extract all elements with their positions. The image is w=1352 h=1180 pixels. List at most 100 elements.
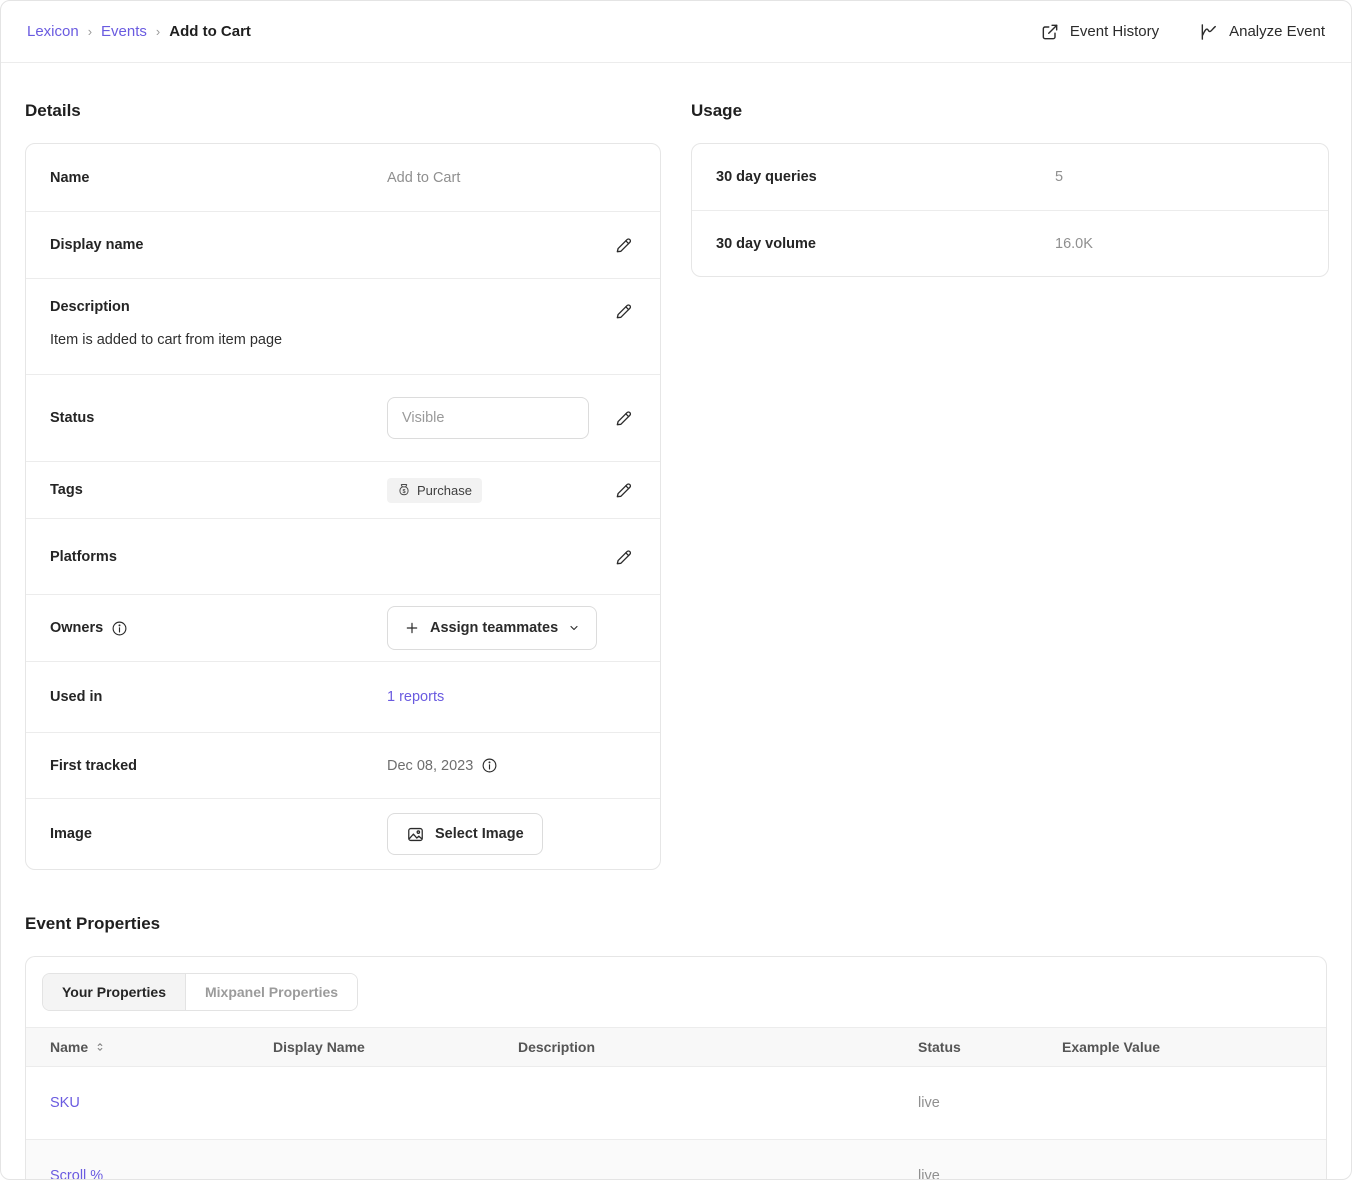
lexicon-event-detail-page: Lexicon › Events › Add to Cart Event His…: [0, 0, 1352, 1180]
detail-row-owners: Owners Assign teammates: [26, 594, 660, 661]
properties-table: Name Display Name Description: [26, 1027, 1326, 1180]
table-header-row: Name Display Name Description: [26, 1028, 1326, 1067]
top-bar: Lexicon › Events › Add to Cart Event His…: [1, 1, 1351, 63]
description-label: Description: [50, 299, 387, 315]
detail-row-display-name: Display name: [26, 211, 660, 278]
sort-icon: [94, 1041, 106, 1053]
queries-label: 30 day queries: [716, 169, 1055, 185]
property-name-link[interactable]: SKU: [26, 1067, 273, 1140]
property-example-value: [1062, 1067, 1326, 1140]
details-section: Details Name Add to Cart Display name: [25, 83, 661, 870]
detail-row-name: Name Add to Cart: [26, 144, 660, 211]
pencil-icon: [614, 408, 634, 428]
first-tracked-value: Dec 08, 2023: [387, 758, 473, 774]
breadcrumb-lexicon-link[interactable]: Lexicon: [27, 23, 79, 40]
usage-row-volume: 30 day volume 16.0K: [692, 210, 1328, 276]
volume-label: 30 day volume: [716, 236, 1055, 252]
volume-value: 16.0K: [1055, 236, 1093, 252]
select-image-label: Select Image: [435, 826, 524, 842]
usage-card: 30 day queries 5 30 day volume 16.0K: [691, 143, 1329, 277]
image-icon: [406, 825, 425, 844]
usage-row-queries: 30 day queries 5: [692, 144, 1328, 210]
usage-title: Usage: [691, 101, 1329, 121]
property-display-name: [273, 1067, 518, 1140]
pencil-icon: [614, 547, 634, 567]
description-value: Item is added to cart from item page: [50, 332, 636, 348]
pencil-icon: [614, 301, 634, 321]
event-properties-card: Your Properties Mixpanel Properties Name: [25, 956, 1327, 1180]
usage-section: Usage 30 day queries 5 30 day volume 16.…: [691, 83, 1329, 277]
status-label: Status: [50, 410, 387, 426]
queries-value: 5: [1055, 169, 1063, 185]
property-display-name: [273, 1140, 518, 1180]
content: Details Name Add to Cart Display name: [1, 63, 1351, 1180]
details-title: Details: [25, 101, 661, 121]
pencil-icon: [614, 480, 634, 500]
name-value: Add to Cart: [387, 170, 460, 186]
detail-row-description: Description Item is added to cart from i…: [26, 278, 660, 374]
owners-info-icon[interactable]: [111, 620, 128, 637]
used-in-label: Used in: [50, 689, 387, 705]
money-bag-icon: $: [397, 483, 411, 497]
event-history-label: Event History: [1070, 23, 1159, 40]
tag-badge-purchase[interactable]: $ Purchase: [387, 478, 482, 503]
pencil-icon: [614, 235, 634, 255]
table-row[interactable]: Scroll % live: [26, 1140, 1326, 1180]
event-history-button[interactable]: Event History: [1040, 22, 1159, 42]
event-properties-section: Event Properties Your Properties Mixpane…: [25, 914, 1327, 1180]
property-status: live: [918, 1067, 1062, 1140]
property-description: [518, 1140, 918, 1180]
status-input[interactable]: [387, 397, 589, 439]
property-example-value: [1062, 1140, 1326, 1180]
used-in-reports-link[interactable]: 1 reports: [387, 689, 444, 705]
first-tracked-info-icon[interactable]: [481, 757, 498, 774]
details-card: Name Add to Cart Display name: [25, 143, 661, 870]
breadcrumb-current: Add to Cart: [169, 23, 251, 40]
column-header-name[interactable]: Name: [50, 1039, 106, 1055]
column-header-status: Status: [918, 1028, 1062, 1067]
edit-tags-button[interactable]: [612, 478, 636, 502]
breadcrumb-events-link[interactable]: Events: [101, 23, 147, 40]
image-label: Image: [50, 826, 387, 842]
detail-row-tags: Tags $ Purchase: [26, 461, 660, 518]
first-tracked-label: First tracked: [50, 758, 387, 774]
detail-row-first-tracked: First tracked Dec 08, 2023: [26, 732, 660, 798]
breadcrumb: Lexicon › Events › Add to Cart: [27, 23, 251, 40]
column-header-display-name: Display Name: [273, 1028, 518, 1067]
tags-label: Tags: [50, 482, 387, 498]
detail-row-image: Image Select Image: [26, 798, 660, 869]
table-row[interactable]: SKU live: [26, 1067, 1326, 1140]
tab-mixpanel-properties[interactable]: Mixpanel Properties: [185, 974, 357, 1010]
select-image-button[interactable]: Select Image: [387, 813, 543, 855]
column-header-description: Description: [518, 1028, 918, 1067]
tab-your-properties[interactable]: Your Properties: [43, 974, 185, 1010]
property-description: [518, 1067, 918, 1140]
tag-badge-label: Purchase: [417, 483, 472, 498]
property-name-link[interactable]: Scroll %: [26, 1140, 273, 1180]
chevron-down-icon: [568, 622, 580, 634]
analyze-event-label: Analyze Event: [1229, 23, 1325, 40]
platforms-label: Platforms: [50, 549, 387, 565]
chevron-right-icon: ›: [88, 24, 92, 39]
analyze-event-button[interactable]: Analyze Event: [1199, 22, 1325, 42]
top-actions: Event History Analyze Event: [1040, 22, 1325, 42]
assign-teammates-label: Assign teammates: [430, 620, 558, 636]
external-link-icon: [1040, 22, 1060, 42]
display-name-label: Display name: [50, 237, 387, 253]
event-properties-title: Event Properties: [25, 914, 1327, 934]
owners-label: Owners: [50, 620, 103, 636]
detail-row-platforms: Platforms: [26, 518, 660, 594]
assign-teammates-button[interactable]: Assign teammates: [387, 606, 597, 650]
edit-status-button[interactable]: [612, 406, 636, 430]
svg-text:$: $: [402, 489, 405, 495]
line-chart-icon: [1199, 22, 1219, 42]
properties-tab-group: Your Properties Mixpanel Properties: [42, 973, 358, 1011]
edit-display-name-button[interactable]: [612, 233, 636, 257]
edit-platforms-button[interactable]: [612, 545, 636, 569]
property-status: live: [918, 1140, 1062, 1180]
edit-description-button[interactable]: [612, 299, 636, 323]
detail-row-status: Status: [26, 374, 660, 461]
name-label: Name: [50, 170, 387, 186]
detail-row-used-in: Used in 1 reports: [26, 661, 660, 732]
chevron-right-icon: ›: [156, 24, 160, 39]
